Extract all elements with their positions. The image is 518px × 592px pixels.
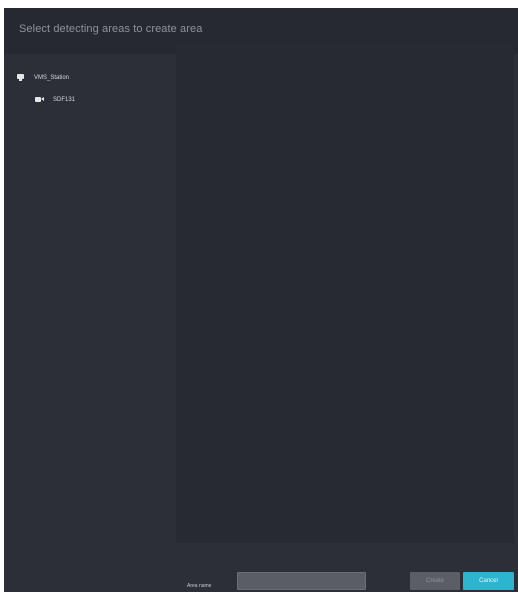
cancel-button[interactable]: Cancel	[463, 572, 514, 590]
monitor-icon	[16, 74, 26, 82]
device-tree: VMS_Station SDF131	[4, 54, 174, 554]
tree-node-station[interactable]: VMS_Station	[16, 74, 69, 82]
tree-node-camera-label: SDF131	[53, 97, 76, 103]
dialog-title: Select detecting areas to create area	[19, 23, 203, 35]
area-name-label: Area name	[187, 583, 212, 589]
tree-node-camera[interactable]: SDF131	[35, 96, 75, 104]
camera-icon	[35, 96, 45, 104]
create-button[interactable]: Create	[410, 572, 460, 590]
camera-preview-area[interactable]	[176, 43, 514, 543]
area-name-input[interactable]	[237, 572, 366, 590]
tree-node-station-label: VMS_Station	[34, 75, 70, 81]
